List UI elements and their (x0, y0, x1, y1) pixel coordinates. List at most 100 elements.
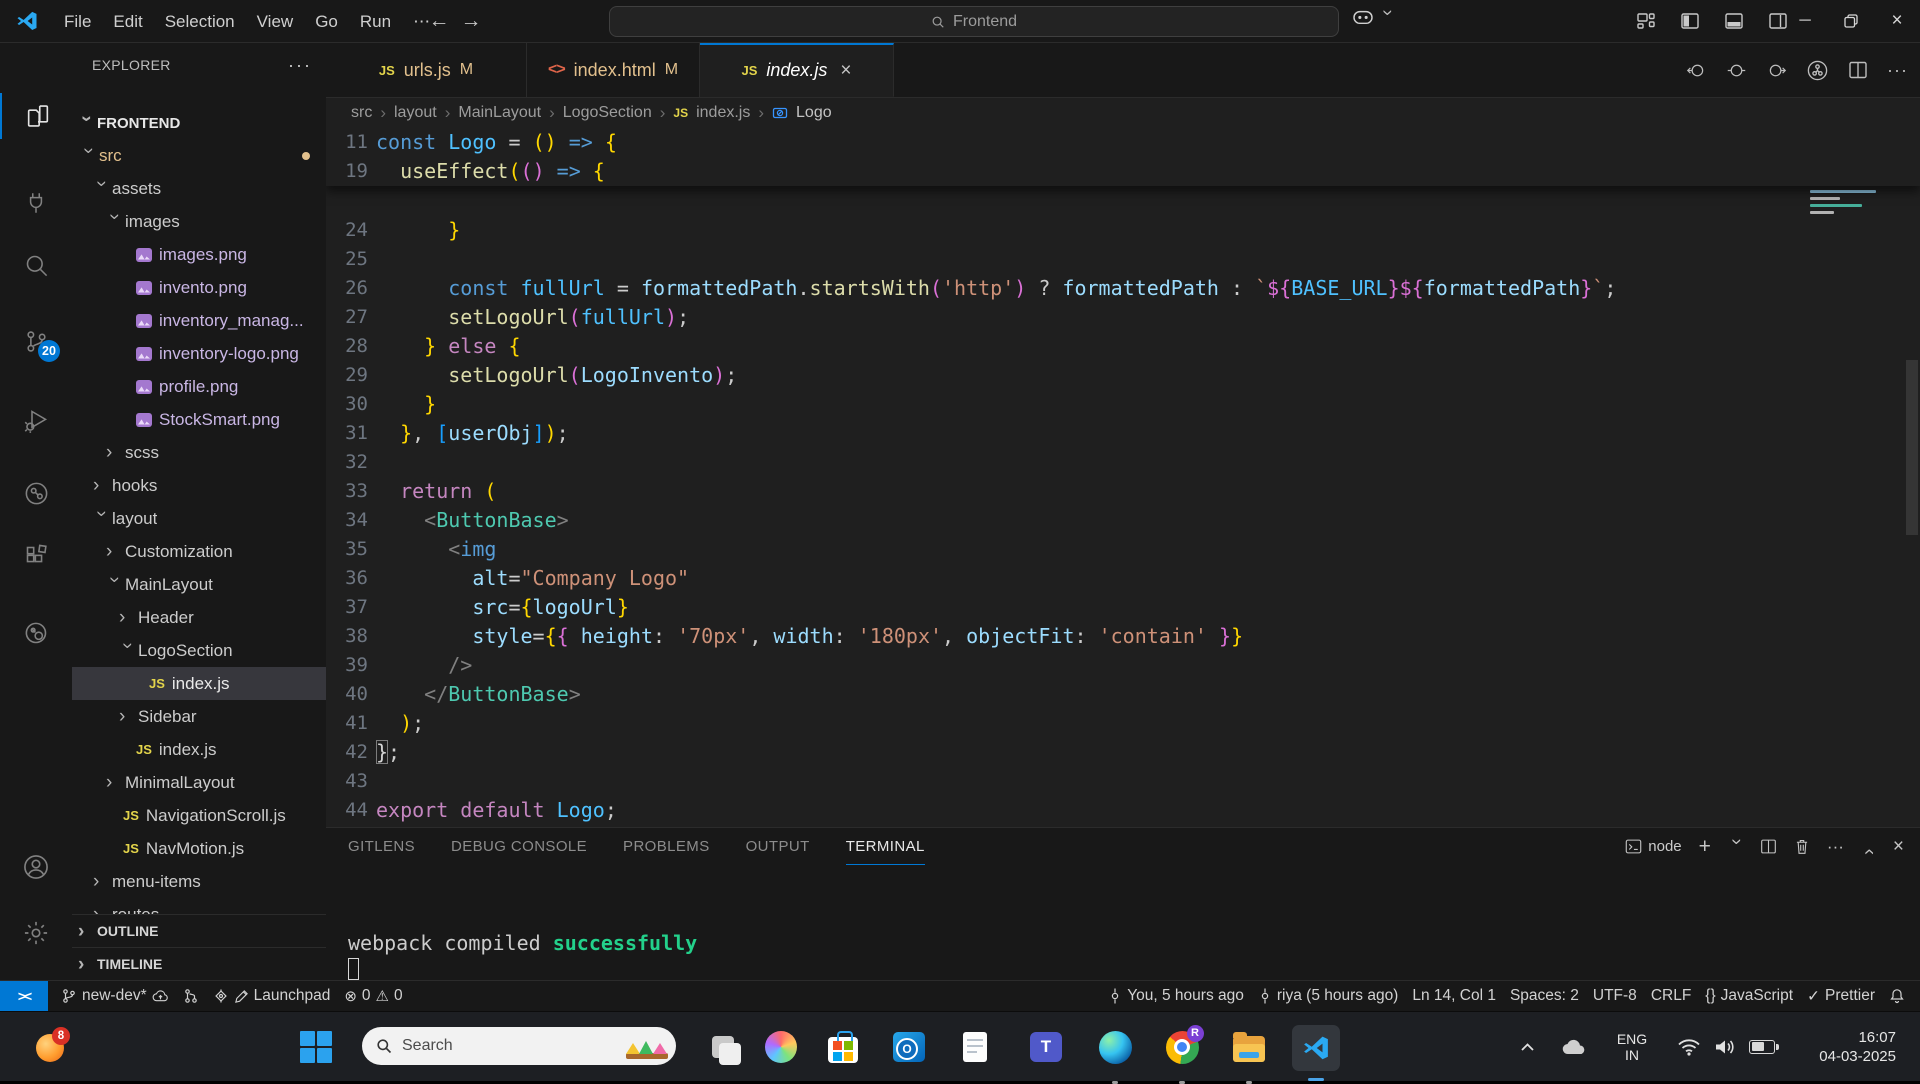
panel-tab-debug-console[interactable]: DEBUG CONSOLE (451, 828, 587, 865)
menu-go[interactable]: Go (304, 7, 349, 36)
outlook-icon[interactable]: O (891, 1029, 927, 1065)
copilot-app-icon[interactable] (763, 1029, 799, 1065)
chrome-icon[interactable]: R (1164, 1024, 1204, 1084)
clock[interactable]: 16:07 04-03-2025 (1790, 1012, 1906, 1081)
editor-scrollbar[interactable] (1906, 360, 1918, 535)
code-editor[interactable]: 24 } 25 26 const fullUrl = formattedPath.s… (326, 128, 1920, 828)
tree-item-minimallayout[interactable]: › MinimalLayout (72, 766, 326, 799)
account-icon[interactable] (0, 844, 72, 890)
formatter-item[interactable]: ✓ Prettier (1800, 981, 1882, 1011)
breadcrumb-logosection[interactable]: LogoSection (563, 104, 652, 122)
menu-selection[interactable]: Selection (154, 7, 246, 36)
minimize-button[interactable]: ─ (1782, 0, 1828, 42)
tree-item-customization[interactable]: › Customization (72, 535, 326, 568)
tab-index-js[interactable]: JS index.js × (700, 43, 894, 97)
nav-forward-icon[interactable]: → (456, 0, 486, 42)
indentation-item[interactable]: Spaces: 2 (1503, 981, 1586, 1011)
more-actions-icon[interactable]: ··· (1887, 60, 1908, 81)
toggle-primary-sidebar-icon[interactable] (1680, 11, 1700, 31)
close-button[interactable]: × (1874, 0, 1920, 42)
tree-item-inventory-logo-png[interactable]: inventory-logo.png (72, 337, 326, 370)
tree-item-navmotion-js[interactable]: JS NavMotion.js (72, 832, 326, 865)
settings-gear-icon[interactable] (0, 910, 72, 956)
tree-item-menu-items[interactable]: › menu-items (72, 865, 326, 898)
microsoft-store-icon[interactable] (825, 1029, 861, 1065)
battery-icon[interactable] (1746, 1012, 1782, 1081)
gitlens-graph-icon[interactable] (1806, 59, 1829, 82)
timeline-section[interactable]: › TIMELINE (72, 947, 326, 980)
breadcrumb-file[interactable]: index.js (696, 104, 750, 122)
tree-item-mainlayout[interactable]: › MainLayout (72, 568, 326, 601)
cursor-position-item[interactable]: Ln 14, Col 1 (1405, 981, 1503, 1011)
tray-chevron-icon[interactable] (1512, 1012, 1542, 1081)
tree-item-navigationscroll-js[interactable]: JS NavigationScroll.js (72, 799, 326, 832)
tree-root-frontend[interactable]: › FRONTEND (72, 107, 326, 139)
breadcrumb-symbol[interactable]: Logo (796, 104, 832, 122)
breadcrumb-layout[interactable]: layout (394, 104, 437, 122)
menu-view[interactable]: View (246, 7, 305, 36)
panel-tab-gitlens[interactable]: GITLENS (348, 828, 415, 865)
tree-item-logosection[interactable]: › LogoSection (72, 634, 326, 667)
eol-item[interactable]: CRLF (1644, 981, 1698, 1011)
split-editor-icon[interactable] (1848, 60, 1868, 80)
notifications-bell[interactable] (1882, 981, 1912, 1011)
language-indicator[interactable]: ENG IN (1608, 1012, 1656, 1081)
tree-item-inventory-manag-[interactable]: inventory_manag... (72, 304, 326, 337)
gitlens-inspect-icon[interactable] (0, 610, 72, 656)
breadcrumb-mainlayout[interactable]: MainLayout (458, 104, 541, 122)
teams-icon[interactable]: T (1028, 1029, 1064, 1065)
tree-item-header[interactable]: › Header (72, 601, 326, 634)
blame-you-item[interactable]: You, 5 hours ago (1101, 981, 1251, 1011)
tree-item-invento-png[interactable]: invento.png (72, 271, 326, 304)
tree-item-images[interactable]: › images (72, 205, 326, 238)
tree-item-sidebar[interactable]: › Sidebar (72, 700, 326, 733)
terminal-dropdown-icon[interactable]: › (1726, 839, 1747, 854)
toggle-panel-icon[interactable] (1724, 11, 1744, 31)
tree-item-scss[interactable]: › scss (72, 436, 326, 469)
command-center-search[interactable]: Frontend (609, 6, 1339, 37)
remote-indicator[interactable]: >< (0, 981, 48, 1011)
search-icon[interactable] (0, 242, 72, 288)
menu-edit[interactable]: Edit (102, 7, 153, 36)
tree-item-layout[interactable]: › layout (72, 502, 326, 535)
kill-terminal-icon[interactable] (1794, 838, 1810, 855)
edge-icon[interactable] (1097, 1029, 1133, 1084)
notification-app-icon[interactable]: 8 (36, 1027, 70, 1062)
extensions-icon[interactable] (0, 533, 72, 579)
maximize-button[interactable] (1828, 0, 1874, 42)
blame-riya-item[interactable]: riya (5 hours ago) (1251, 981, 1405, 1011)
tree-item-profile-png[interactable]: profile.png (72, 370, 326, 403)
git-branch-item[interactable]: new-dev* (54, 981, 176, 1011)
task-view-icon[interactable] (705, 1029, 741, 1065)
breadcrumb-src[interactable]: src (351, 104, 372, 122)
gitlens-current-change-icon[interactable] (1726, 60, 1747, 81)
tree-item-src[interactable]: › src (72, 139, 326, 172)
menu-run[interactable]: Run (349, 7, 402, 36)
remote-explorer-icon[interactable] (0, 180, 72, 226)
panel-tab-terminal[interactable]: TERMINAL (845, 828, 925, 865)
onedrive-icon[interactable] (1556, 1012, 1592, 1081)
customize-layout-icon[interactable] (1636, 11, 1656, 31)
encoding-item[interactable]: UTF-8 (1586, 981, 1644, 1011)
breadcrumb[interactable]: src › layout › MainLayout › LogoSection › JS… (326, 98, 1920, 128)
outline-section[interactable]: › OUTLINE (72, 914, 326, 947)
volume-icon[interactable] (1708, 1012, 1742, 1081)
close-tab-icon[interactable]: × (840, 60, 851, 82)
notepad-icon[interactable] (957, 1029, 993, 1065)
tree-item-index-js[interactable]: JS index.js (72, 733, 326, 766)
wifi-icon[interactable] (1672, 1012, 1706, 1081)
copilot-menu[interactable]: › (1352, 8, 1398, 26)
split-terminal-icon[interactable] (1760, 838, 1777, 855)
tree-item-hooks[interactable]: › hooks (72, 469, 326, 502)
source-control-icon[interactable]: 20 (0, 318, 72, 364)
gitlens-icon[interactable] (0, 470, 72, 516)
gitlens-prev-change-icon[interactable] (1686, 60, 1707, 81)
file-explorer-icon[interactable] (1231, 1029, 1267, 1084)
panel-more-actions-icon[interactable]: ··· (1827, 837, 1844, 857)
terminal-instance[interactable]: node (1625, 838, 1682, 855)
new-terminal-icon[interactable]: + (1699, 835, 1711, 859)
problems-item[interactable]: ⊗ 0 ⚠ 0 (337, 981, 409, 1011)
gitlens-branch-item[interactable] (176, 981, 206, 1011)
run-debug-icon[interactable] (0, 397, 72, 443)
tree-item-index-js[interactable]: JS index.js (72, 667, 326, 700)
